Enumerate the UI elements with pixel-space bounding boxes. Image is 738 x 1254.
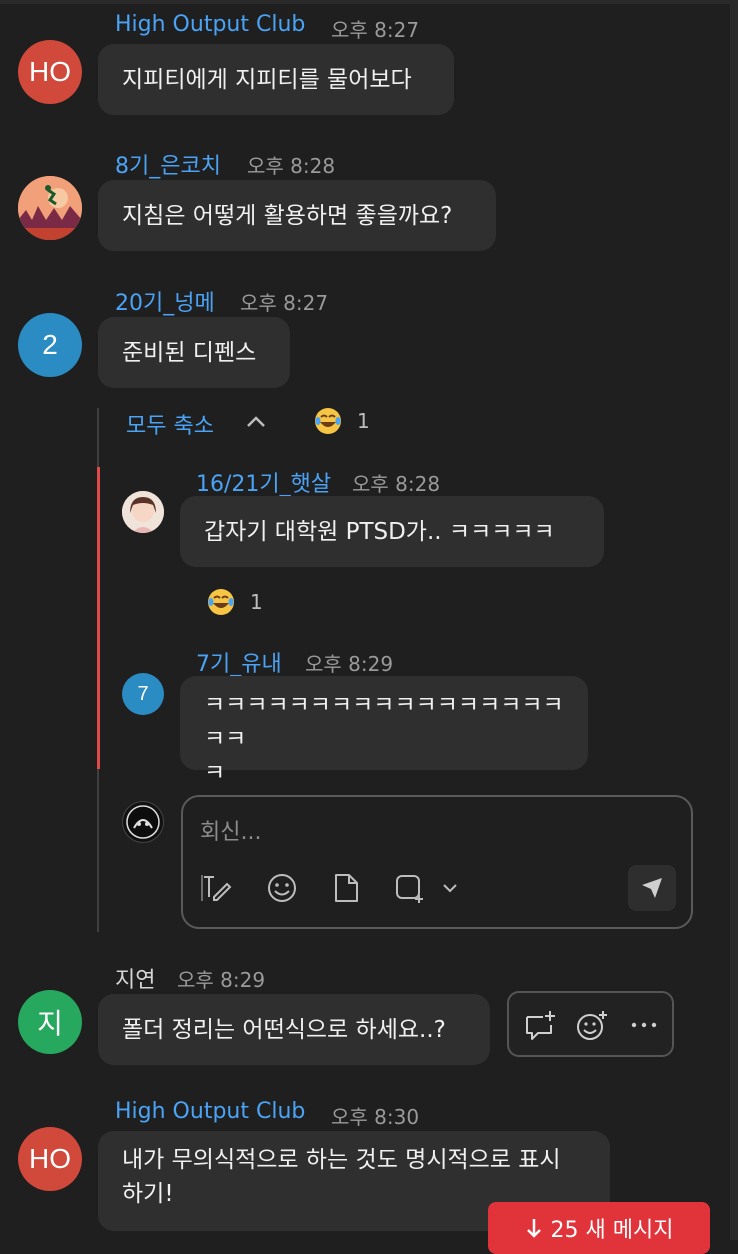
message-text: 갑자기 대학원 PTSD가.. ㅋㅋㅋㅋㅋ [204,518,555,545]
avatar[interactable]: 7 [122,673,164,715]
collapse-all-link[interactable]: 모두 축소 [126,408,214,440]
avatar[interactable]: HO [18,40,82,104]
sender-name[interactable]: 7기_유내 [196,646,282,678]
message-bubble[interactable]: 갑자기 대학원 PTSD가.. ㅋㅋㅋㅋㅋ [180,496,604,567]
avatar-runner-landscape-icon[interactable] [18,176,82,240]
file-icon[interactable] [329,871,363,905]
chevron-up-icon[interactable] [245,414,267,430]
message-text: 폴더 정리는 어떤식으로 하세요..? [122,1016,446,1043]
message-text: ㅋㅋㅋㅋㅋㅋㅋㅋㅋㅋㅋㅋㅋㅋㅋㅋㅋㅋㅋ [204,692,564,752]
timestamp: 오후 8:29 [177,968,266,992]
sender-name[interactable]: 20기_넝메 [115,285,215,317]
reply-input[interactable]: 회신... [200,814,261,846]
new-messages-button[interactable]: 25 새 메시지 [488,1202,710,1254]
send-icon [642,878,662,898]
timestamp: 오후 8:28 [352,472,441,496]
timestamp: 오후 8:27 [240,291,329,315]
sender-name[interactable]: 8기_은코치 [115,148,221,180]
timestamp: 오후 8:28 [247,154,336,178]
sender-name[interactable]: 16/21기_햇살 [196,466,331,498]
reaction-chip[interactable]: 1 [206,587,263,617]
reaction-chip[interactable]: 1 [313,406,370,436]
chevron-down-icon[interactable] [438,873,462,903]
message-text: 준비된 디펜스 [122,339,257,366]
message-bubble[interactable]: 준비된 디펜스 [98,317,290,388]
timestamp: 오후 8:27 [331,18,420,42]
message-actions-toolbar [507,991,674,1057]
message-text: 지피티에게 지피티를 물어보다 [122,66,412,93]
add-reaction-icon[interactable] [575,1009,609,1043]
message-text: 지침은 어떻게 활용하면 좋을까요? [122,202,453,229]
joy-emoji-icon [208,589,234,615]
emoji-icon[interactable] [265,871,299,905]
sender-name[interactable]: 지연 [115,962,155,994]
timestamp: 오후 8:30 [331,1105,420,1129]
avatar[interactable]: HO [18,1127,82,1191]
avatar[interactable]: 지 [18,990,82,1054]
text-format-icon[interactable] [200,871,234,905]
timestamp: 오후 8:29 [305,652,394,676]
message-bubble[interactable]: 폴더 정리는 어떤식으로 하세요..? [98,994,490,1065]
top-edge [0,0,738,4]
sender-name[interactable]: High Output Club [115,12,305,37]
sender-name[interactable]: High Output Club [115,1099,305,1124]
reply-in-thread-icon[interactable] [523,1009,557,1043]
avatar-self-icon[interactable] [122,801,164,843]
new-messages-label: 25 새 메시지 [550,1218,674,1243]
message-bubble[interactable]: 지침은 어떻게 활용하면 좋을까요? [98,180,496,251]
screenshot-icon[interactable] [393,871,427,905]
send-button[interactable] [628,865,676,911]
avatar-photo-icon[interactable] [122,491,164,533]
reaction-count: 1 [357,409,370,433]
arrow-down-icon [526,1219,541,1238]
message-text: ㅋ [204,760,226,786]
joy-emoji-icon [315,408,341,434]
scrollbar-track[interactable] [730,0,738,1240]
message-bubble[interactable]: 지피티에게 지피티를 물어보다 [98,44,454,115]
message-text: 하기! [122,1181,174,1207]
message-bubble[interactable]: ㅋㅋㅋㅋㅋㅋㅋㅋㅋㅋㅋㅋㅋㅋㅋㅋㅋㅋㅋ ㅋ [180,676,588,786]
message-text: 내가 무의식적으로 하는 것도 명시적으로 표시 [122,1147,561,1173]
unread-thread-marker [97,467,100,769]
reaction-count: 1 [250,590,263,614]
more-options-icon[interactable] [629,1013,659,1037]
avatar[interactable]: 2 [18,313,82,377]
